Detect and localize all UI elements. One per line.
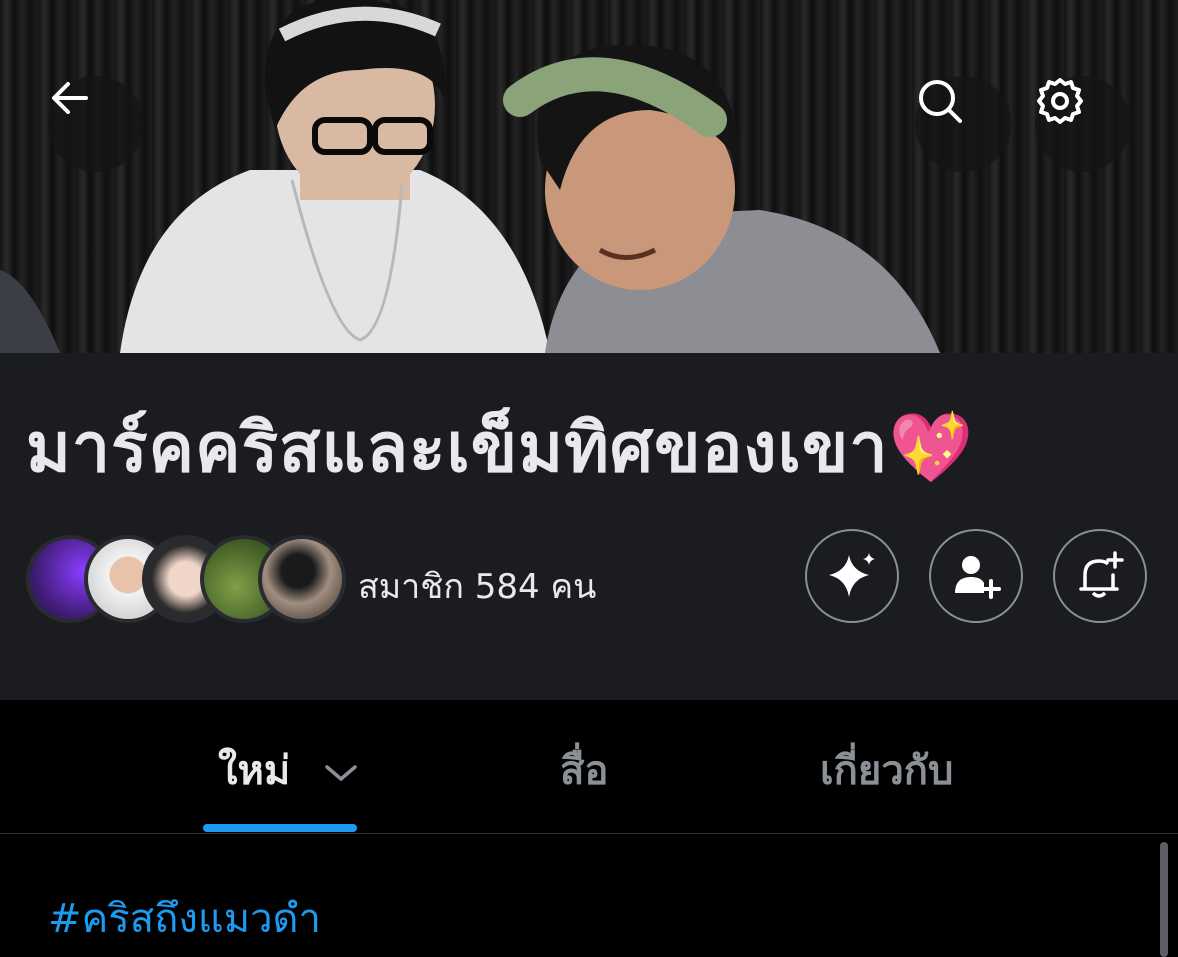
avatar <box>258 535 346 623</box>
back-button[interactable] <box>48 76 144 172</box>
chevron-down-icon <box>325 765 357 781</box>
tab-new-label: ใหม่ <box>218 748 291 794</box>
gear-icon <box>1037 78 1083 124</box>
tab-media[interactable]: สื่อ <box>560 738 608 802</box>
hashtag-link[interactable]: #คริสถึงแมวดำ <box>48 886 321 950</box>
arrow-left-icon <box>52 82 88 114</box>
add-user-icon <box>955 556 1001 599</box>
cover-photo-illustration <box>0 0 940 353</box>
tab-new[interactable]: ใหม่ <box>218 738 358 802</box>
tab-bar: ใหม่ สื่อ เกี่ยวกับ <box>0 700 1178 834</box>
sparkle-button[interactable] <box>805 529 899 623</box>
add-member-button[interactable] <box>929 529 1023 623</box>
search-button[interactable] <box>915 76 1011 172</box>
feed: #คริสถึงแมวดำ <box>0 834 1178 957</box>
search-icon <box>919 80 962 123</box>
settings-button[interactable] <box>1035 76 1131 172</box>
member-count[interactable]: สมาชิก 584 คน <box>358 559 596 613</box>
scrollbar[interactable] <box>1160 842 1168 957</box>
notifications-button[interactable] <box>1053 529 1147 623</box>
active-tab-indicator <box>203 824 357 832</box>
tab-about[interactable]: เกี่ยวกับ <box>820 738 953 802</box>
bell-plus-icon <box>1079 551 1124 598</box>
sparkle-icon <box>829 553 875 597</box>
community-title: มาร์คคริสและเข็มทิศของเขา💖 <box>26 409 975 488</box>
member-avatars[interactable] <box>26 535 346 623</box>
cover-photo[interactable] <box>0 0 1178 353</box>
community-header: มาร์คคริสและเข็มทิศของเขา💖 สมาชิก 584 คน <box>0 353 1178 700</box>
